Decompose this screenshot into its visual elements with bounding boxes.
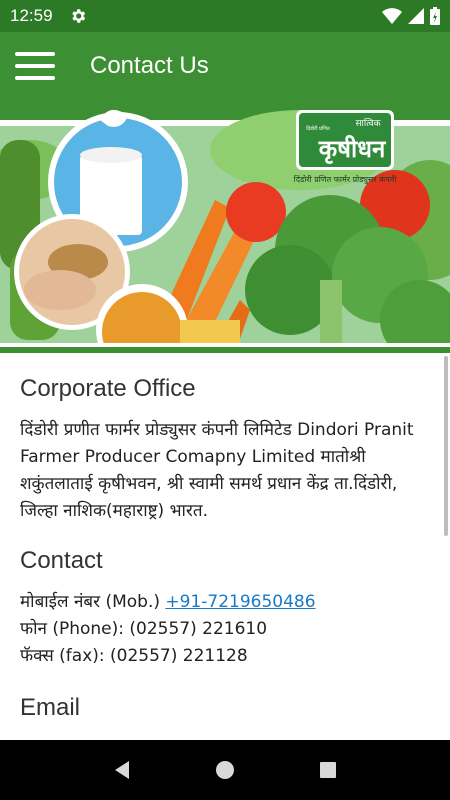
logo-side-text: दिंडोरी प्रणित [306, 125, 330, 132]
hamburger-menu-button[interactable] [0, 32, 70, 100]
corporate-office-heading: Corporate Office [20, 375, 196, 402]
header-banner-image: कृषीधन सात्विक दिंडोरी प्रणित दिंडोरी प्… [0, 100, 450, 353]
back-button[interactable] [102, 750, 142, 790]
recents-button[interactable] [308, 750, 348, 790]
status-icons [382, 7, 440, 25]
contact-content: Corporate Office दिंडोरी प्रणीत फार्मर प… [0, 353, 450, 740]
menu-line [15, 52, 55, 56]
back-triangle-icon [114, 761, 129, 779]
battery-icon [430, 7, 440, 25]
mobile-label: मोबाईल नंबर (Mob.) [20, 592, 166, 612]
mobile-number-link[interactable]: +91-7219650486 [165, 592, 315, 612]
status-bar: 12:59 [0, 0, 450, 32]
corporate-address: दिंडोरी प्रणीत फार्मर प्रोड्युसर कंपनी ल… [20, 420, 414, 521]
wifi-icon [382, 8, 402, 24]
email-heading: Email [20, 694, 81, 721]
fax-line: फॅक्स (fax): (02557) 221128 [20, 646, 248, 666]
home-circle-icon [215, 761, 234, 779]
logo-brand-text: कृषीधन [318, 135, 387, 164]
page-title: Contact Us [90, 52, 209, 79]
settings-gear-icon [71, 9, 85, 23]
logo-caption-text: दिंडोरी प्रणित फार्मर प्रोड्युसर कंपनी [294, 174, 398, 185]
app-bar: Contact Us [0, 32, 450, 100]
menu-line [15, 64, 55, 68]
system-navigation-bar [0, 740, 450, 800]
home-button[interactable] [205, 750, 245, 790]
scrollbar[interactable] [444, 356, 448, 536]
menu-line [15, 76, 55, 80]
contact-details: मोबाईल नंबर (Mob.) +91-7219650486 फोन (P… [20, 589, 430, 670]
phone-line: फोन (Phone): (02557) 221610 [20, 619, 268, 639]
logo-small-text: सात्विक [355, 117, 381, 129]
recents-square-icon [320, 762, 337, 778]
contact-heading: Contact [20, 547, 103, 574]
signal-icon [408, 8, 424, 24]
mobile-line: मोबाईल नंबर (Mob.) +91-7219650486 [20, 589, 430, 616]
status-time: 12:59 [10, 6, 53, 25]
